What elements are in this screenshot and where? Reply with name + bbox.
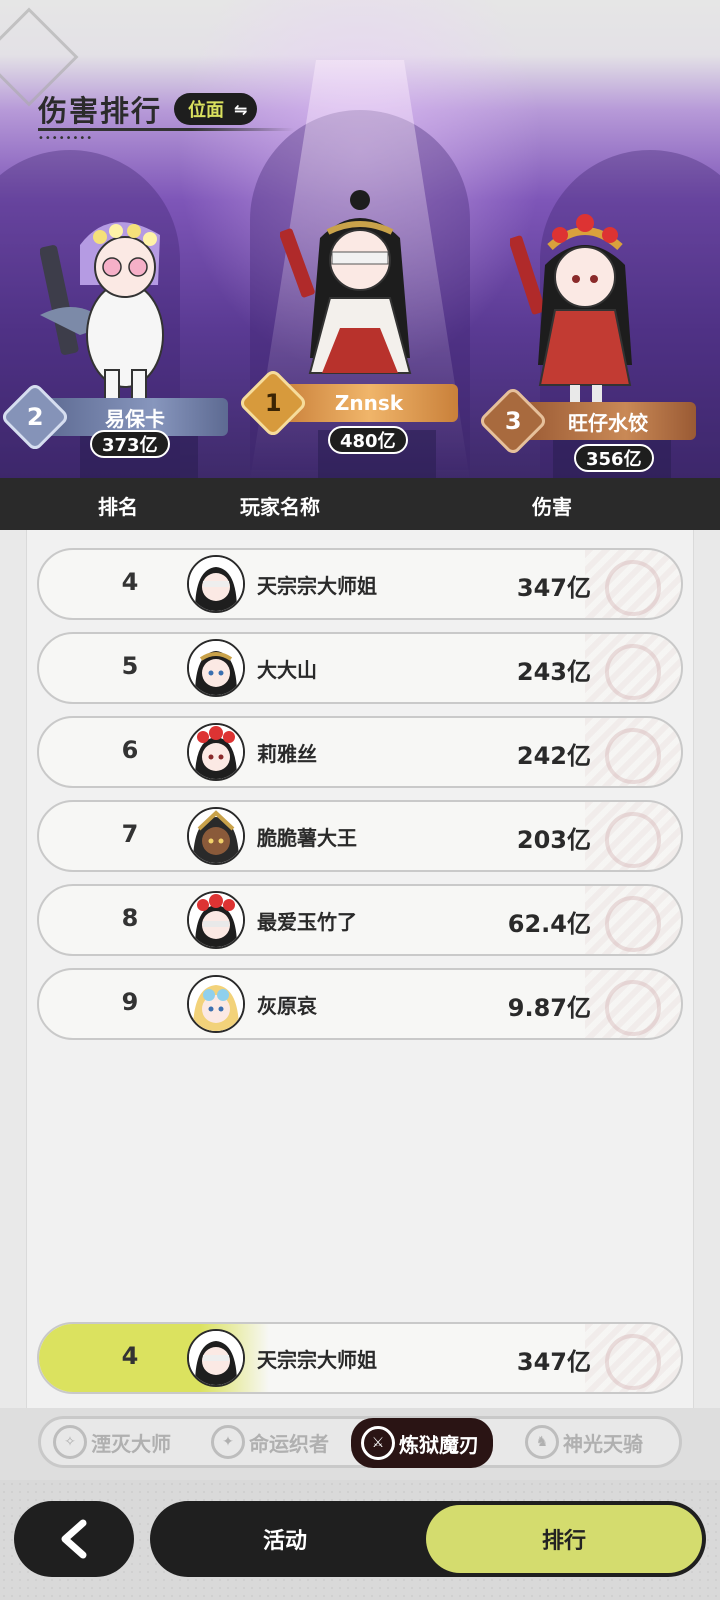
podium-plate-third: 3 旺仔水饺 <box>477 385 696 457</box>
holy-knight-emblem-icon: ♞ <box>525 1425 559 1459</box>
player-avatar[interactable] <box>187 555 245 613</box>
column-header-damage: 伤害 <box>532 495 572 519</box>
player-avatar[interactable] <box>187 807 245 865</box>
table-row[interactable]: 7 脆脆薯大王 203亿 <box>37 800 683 872</box>
player-name: 莉雅丝 <box>257 742 317 766</box>
podium-rank-second: 2 <box>26 402 44 431</box>
table-header: 排名 玩家名称 伤害 <box>0 478 720 530</box>
player-name: 大大山 <box>257 658 317 682</box>
player-damage: 347亿 <box>516 574 591 602</box>
scope-label: 位面 <box>188 100 225 121</box>
class-tabs: ✧ 湮灭大师 ✦ 命运织者 ⚔ 炼狱魔刃 ♞ 神光天骑 <box>38 1416 682 1468</box>
my-rank: 4 <box>121 1342 139 1370</box>
podium-damage-third: 356亿 <box>574 444 654 472</box>
column-header-player: 玩家名称 <box>240 495 320 519</box>
inferno-blade-emblem-icon: ⚔ <box>361 1426 395 1460</box>
podium-damage-second: 373亿 <box>90 430 170 458</box>
scope-toggle-button[interactable]: 位面 ⇋ <box>174 93 258 125</box>
row-rank: 8 <box>121 904 139 932</box>
player-damage: 243亿 <box>516 658 591 686</box>
podium-damage-first: 480亿 <box>328 426 408 454</box>
activity-button[interactable]: 活动 <box>150 1501 420 1577</box>
row-rank: 5 <box>121 652 139 680</box>
row-emblem-decoration <box>585 634 681 702</box>
player-damage: 9.87亿 <box>507 994 591 1022</box>
tab-fate-weaver[interactable]: ✦ 命运织者 <box>211 1421 329 1463</box>
player-damage: 62.4亿 <box>507 910 591 938</box>
player-name: 最爱玉竹了 <box>257 910 357 934</box>
back-button[interactable] <box>14 1501 134 1577</box>
title-bar: 伤害排行 位面 ⇋ <box>38 88 258 130</box>
table-row[interactable]: 8 最爱玉竹了 62.4亿 <box>37 884 683 956</box>
tab-holy-knight[interactable]: ♞ 神光天骑 <box>525 1421 643 1463</box>
column-header-rank: 排名 <box>98 495 138 519</box>
table-row[interactable]: 6 莉雅丝 242亿 <box>37 716 683 788</box>
row-rank: 9 <box>121 988 139 1016</box>
row-emblem-decoration <box>585 718 681 786</box>
ranking-button[interactable]: 排行 <box>426 1505 702 1573</box>
podium-rank-third: 3 <box>504 406 522 435</box>
my-damage: 347亿 <box>516 1348 591 1376</box>
podium-name-third: 旺仔水饺 <box>520 402 696 440</box>
title-dots: •••••••• <box>38 133 94 144</box>
tab-inferno-blade[interactable]: ⚔ 炼狱魔刃 <box>351 1418 493 1468</box>
tab-label: 神光天骑 <box>563 1431 643 1456</box>
player-name: 灰原哀 <box>257 994 317 1018</box>
row-emblem-decoration <box>585 1324 681 1392</box>
character-avatar-first[interactable] <box>280 188 440 388</box>
row-emblem-decoration <box>585 550 681 618</box>
table-row[interactable]: 4 天宗宗大师姐 347亿 <box>37 548 683 620</box>
table-row[interactable]: 5 大大山 243亿 <box>37 632 683 704</box>
row-rank: 4 <box>121 568 139 596</box>
my-player-name: 天宗宗大师姐 <box>257 1348 377 1372</box>
player-avatar[interactable] <box>187 723 245 781</box>
player-avatar[interactable] <box>187 975 245 1033</box>
character-avatar-third[interactable] <box>510 205 660 405</box>
player-name: 脆脆薯大王 <box>257 826 357 850</box>
character-avatar-second[interactable] <box>40 205 180 405</box>
my-ranking-row[interactable]: 4 天宗宗大师姐 347亿 <box>37 1322 683 1394</box>
player-avatar[interactable] <box>187 639 245 697</box>
podium-banner: 伤害排行 位面 ⇋ •••••••• 2 易保卡 373亿 1 Znnsk 48… <box>0 0 720 478</box>
tab-annihilation-master[interactable]: ✧ 湮灭大师 <box>53 1421 171 1463</box>
my-avatar[interactable] <box>187 1329 245 1387</box>
podium-rank-first: 1 <box>264 388 282 417</box>
row-emblem-decoration <box>585 802 681 870</box>
fate-emblem-icon: ✦ <box>211 1425 245 1459</box>
title-underline <box>38 128 294 131</box>
row-emblem-decoration <box>585 886 681 954</box>
row-rank: 6 <box>121 736 139 764</box>
tab-label: 炼狱魔刃 <box>399 1432 479 1457</box>
bottom-navigation: 活动 排行 <box>0 1480 720 1600</box>
class-tab-area: ✧ 湮灭大师 ✦ 命运织者 ⚔ 炼狱魔刃 ♞ 神光天骑 <box>0 1408 720 1480</box>
page-title: 伤害排行 <box>38 94 163 128</box>
podium-name-first: Znnsk <box>280 384 458 422</box>
player-damage: 203亿 <box>516 826 591 854</box>
chevron-left-icon <box>61 1519 87 1559</box>
nav-switch: 活动 排行 <box>150 1501 706 1577</box>
swap-arrows-icon: ⇋ <box>234 99 248 119</box>
table-row[interactable]: 9 灰原哀 9.87亿 <box>37 968 683 1040</box>
player-name: 天宗宗大师姐 <box>257 574 377 598</box>
podium-plate-first: 1 Znnsk <box>237 367 458 439</box>
row-rank: 7 <box>121 820 139 848</box>
tab-label: 湮灭大师 <box>91 1431 171 1456</box>
tab-label: 命运织者 <box>249 1431 329 1456</box>
player-avatar[interactable] <box>187 891 245 949</box>
row-emblem-decoration <box>585 970 681 1038</box>
annihilation-emblem-icon: ✧ <box>53 1425 87 1459</box>
player-damage: 242亿 <box>516 742 591 770</box>
